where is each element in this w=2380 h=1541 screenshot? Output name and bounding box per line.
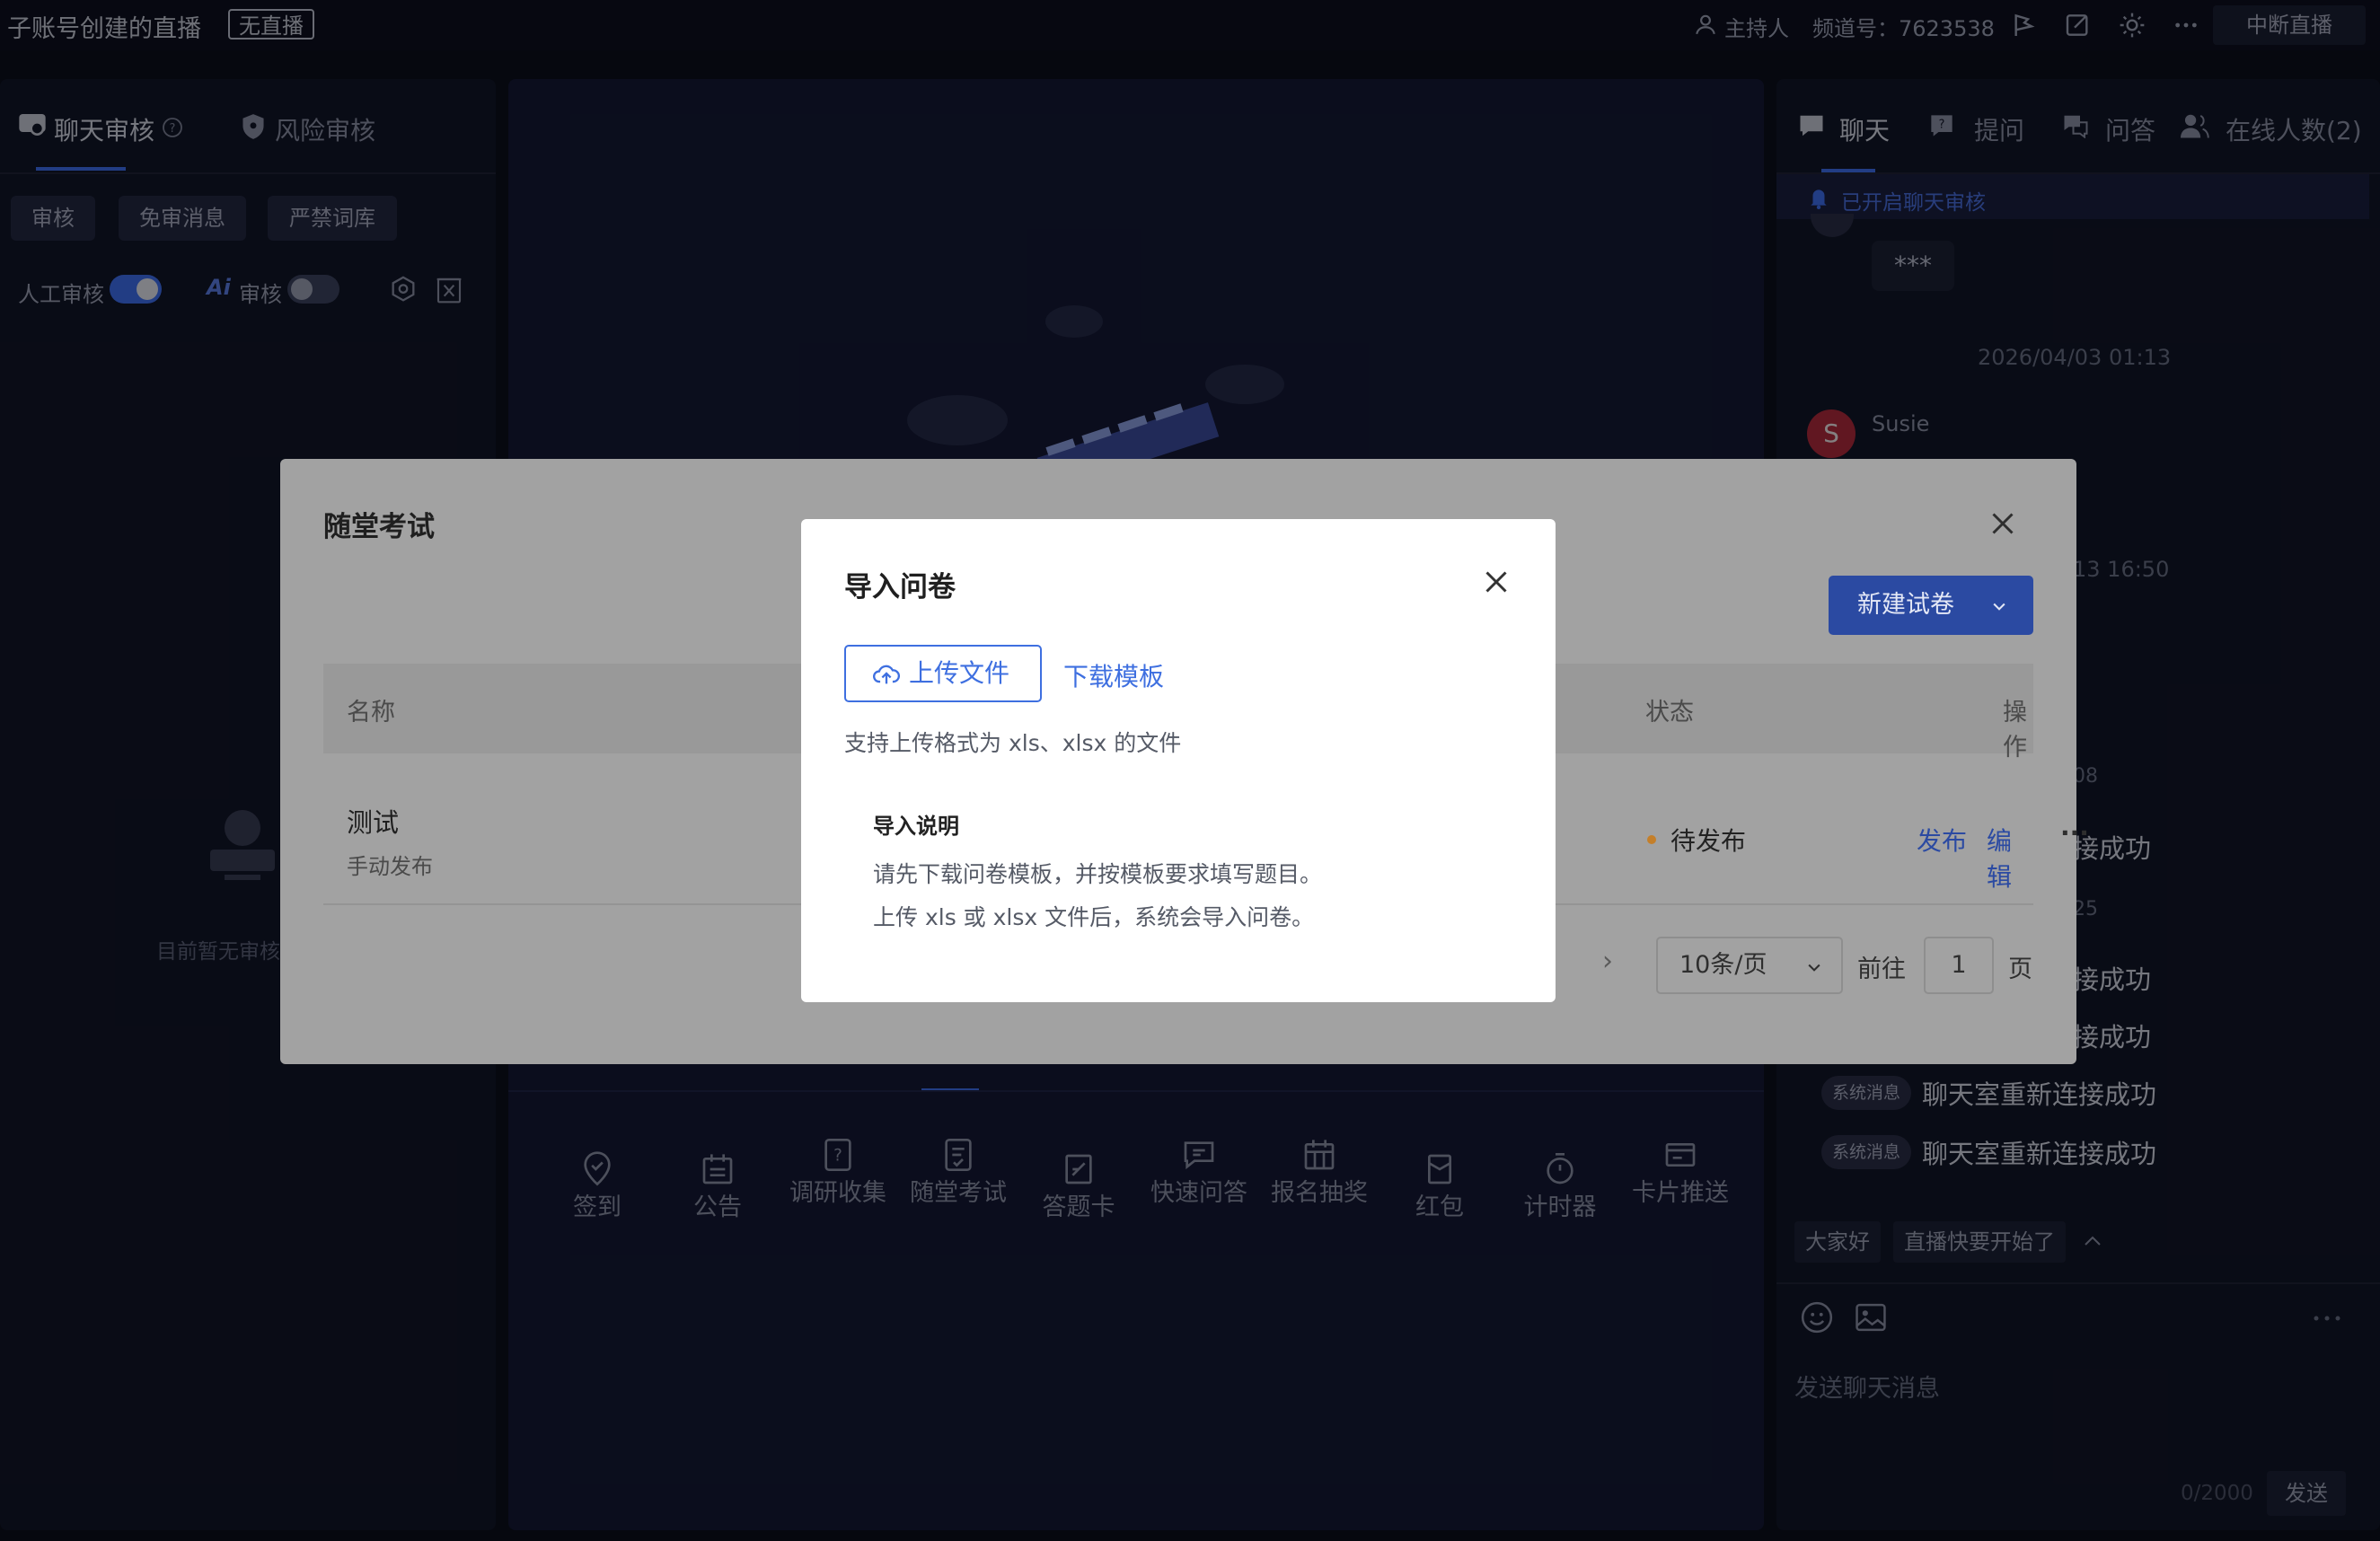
- new-exam-label: 新建试卷: [1857, 591, 1954, 619]
- close-icon[interactable]: [1480, 566, 1512, 598]
- page-number-input[interactable]: 1: [1924, 937, 1994, 994]
- publish-link[interactable]: 发布: [1917, 822, 1967, 858]
- page-size-select[interactable]: 10条/页: [1656, 937, 1843, 994]
- new-exam-button[interactable]: 新建试卷: [1829, 576, 2033, 635]
- close-icon[interactable]: [1987, 507, 2019, 540]
- import-note-line: 上传 xls 或 xlsx 文件后，系统会导入问卷。: [873, 904, 1315, 930]
- upload-format-hint: 支持上传格式为 xls、xlsx 的文件: [844, 730, 1182, 756]
- cloud-upload-icon: [873, 665, 900, 684]
- column-actions: 操作: [2003, 699, 2027, 762]
- chevron-down-icon: [1993, 603, 2005, 611]
- goto-label: 前往: [1857, 955, 1906, 983]
- more-actions-button[interactable]: ···: [2060, 818, 2089, 848]
- page-suffix: 页: [2008, 955, 2032, 983]
- upload-file-button[interactable]: 上传文件: [844, 645, 1042, 702]
- upload-file-label: 上传文件: [909, 658, 1010, 688]
- exam-name: 测试: [347, 807, 400, 838]
- download-template-link[interactable]: 下载模板: [1063, 657, 1164, 693]
- exam-modal-title: 随堂考试: [323, 511, 435, 543]
- status-badge: 待发布: [1670, 826, 1747, 856]
- import-notes-title: 导入说明: [873, 814, 959, 839]
- import-dialog-title: 导入问卷: [844, 571, 956, 603]
- chevron-down-icon: [1808, 964, 1820, 972]
- edit-link[interactable]: 编辑: [1987, 822, 2033, 894]
- exam-publish-mode: 手动发布: [347, 854, 433, 879]
- status-dot: [1647, 835, 1656, 844]
- column-name: 名称: [347, 699, 395, 726]
- import-note-line: 请先下载问卷模板，并按模板要求填写题目。: [873, 861, 1323, 887]
- page-size-value: 10条/页: [1679, 951, 1767, 979]
- column-status: 状态: [1645, 699, 1694, 726]
- next-page-button[interactable]: ›: [1602, 946, 1613, 977]
- import-dialog: 导入问卷 上传文件 下载模板 支持上传格式为 xls、xlsx 的文件 导入说明…: [801, 519, 1556, 1002]
